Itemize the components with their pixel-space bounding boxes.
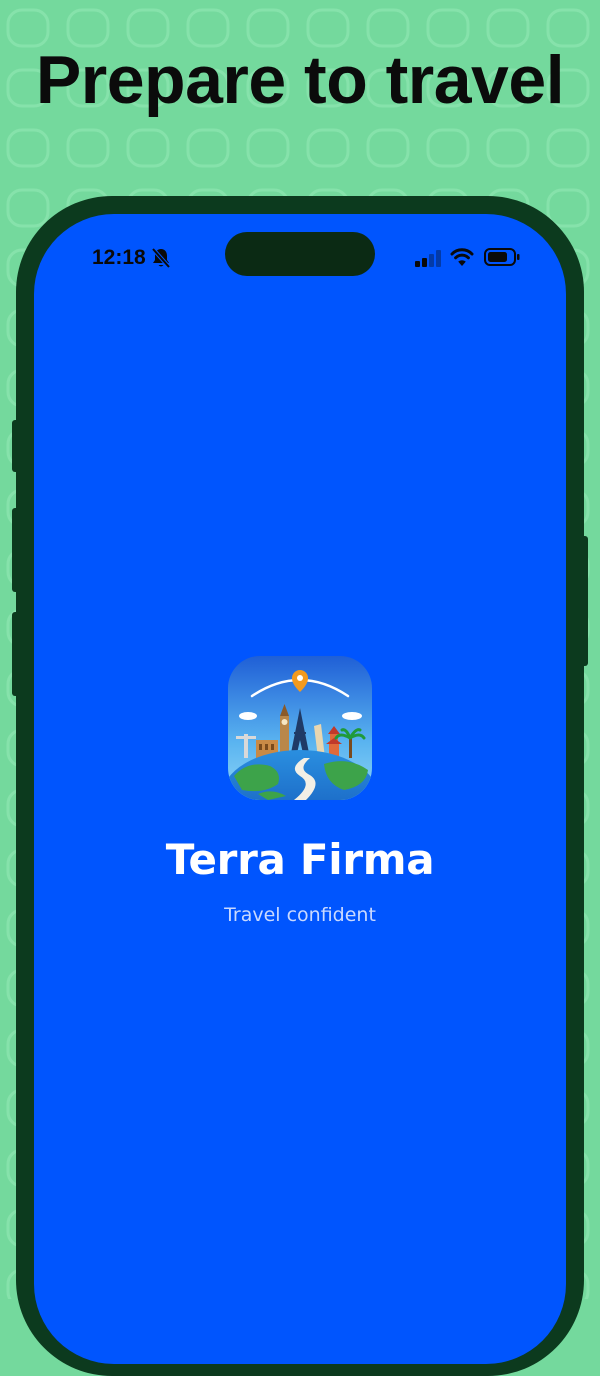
app-store-screenshot: { "headline": "Prepare to travel", "stat…	[0, 0, 600, 1376]
cellular-signal-icon	[415, 250, 441, 267]
status-time: 12:18	[92, 246, 146, 269]
battery-icon	[484, 248, 520, 266]
dynamic-island	[225, 232, 375, 276]
wifi-icon	[450, 248, 474, 266]
app-tagline: Travel confident	[224, 904, 376, 926]
page-headline: Prepare to travel	[35, 42, 565, 118]
phone-screen: 12:18 Terra Firma Travel confident	[34, 214, 566, 1364]
app-name: Terra Firma	[165, 835, 435, 884]
bell-slash-icon	[151, 247, 171, 269]
terra-firma-app-icon	[228, 656, 372, 800]
